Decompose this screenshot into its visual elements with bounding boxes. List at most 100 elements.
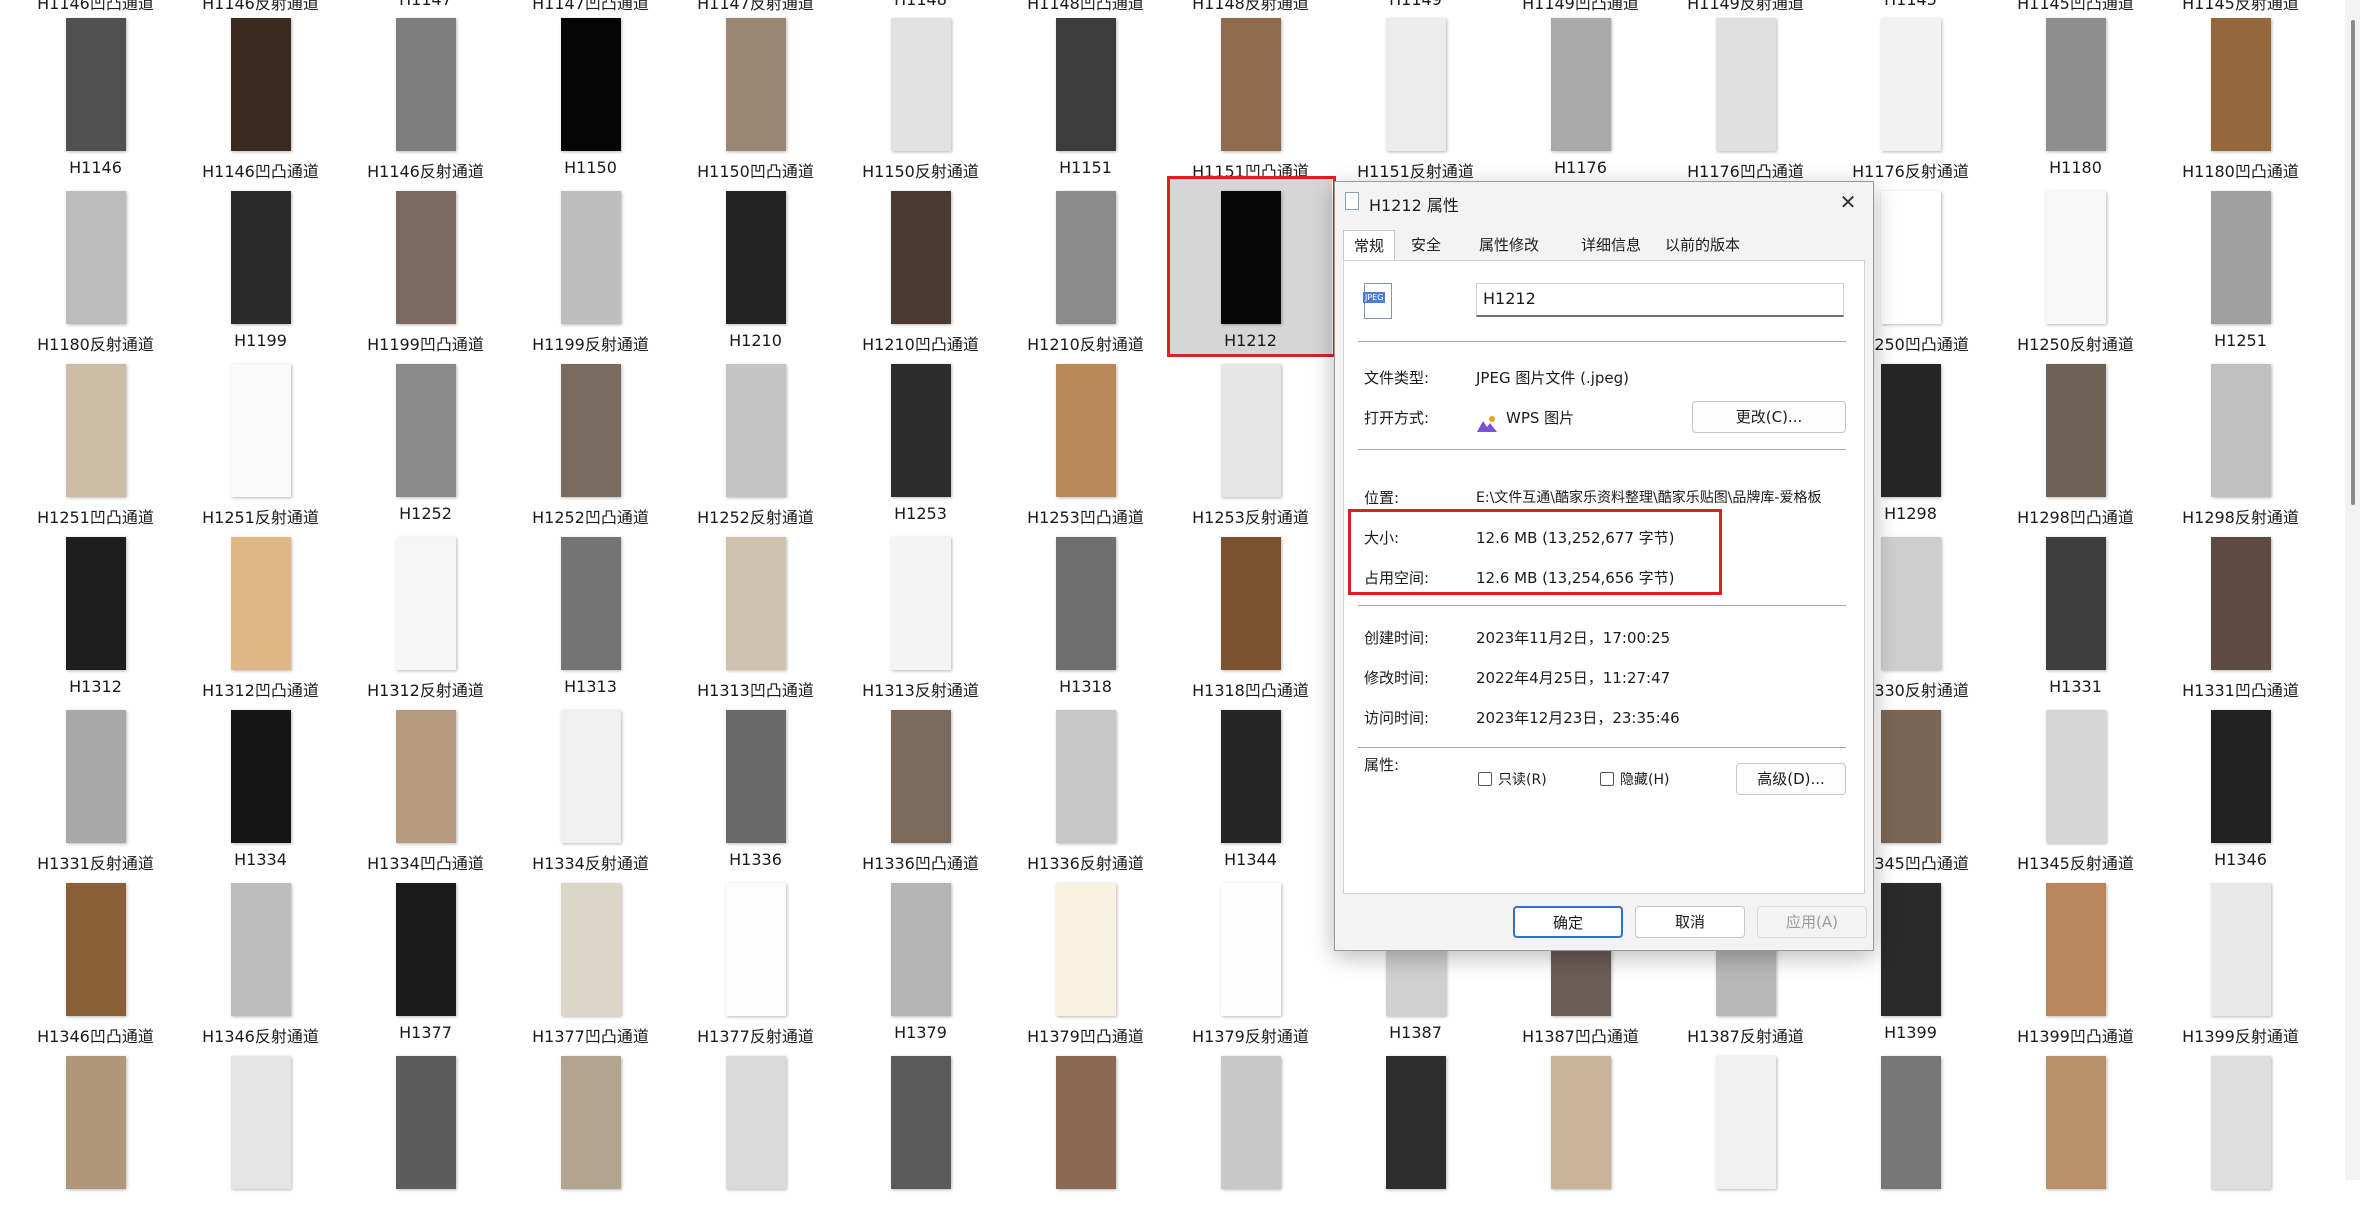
file-item[interactable]: H1150凹凸通道 xyxy=(673,18,838,188)
file-item[interactable]: H1180 xyxy=(1993,18,2158,188)
tab-attribute-modify[interactable]: 属性修改 xyxy=(1469,230,1549,260)
file-item[interactable] xyxy=(1333,1056,1498,1226)
file-item[interactable]: H1210反射通道 xyxy=(1003,191,1168,361)
readonly-label[interactable]: 只读(R) xyxy=(1498,769,1547,789)
apply-button[interactable]: 应用(A) xyxy=(1757,906,1867,938)
file-item[interactable]: H1146凹凸通道 xyxy=(13,0,178,20)
tab-previous-versions[interactable]: 以前的版本 xyxy=(1655,230,1750,260)
hidden-checkbox[interactable] xyxy=(1600,772,1614,786)
file-item[interactable]: H1146凹凸通道 xyxy=(178,18,343,188)
advanced-button[interactable]: 高级(D)... xyxy=(1736,763,1846,795)
file-item[interactable]: H1250反射通道 xyxy=(1993,191,2158,361)
file-item[interactable]: H1148 xyxy=(838,0,1003,20)
file-item[interactable]: H1150 xyxy=(508,18,673,188)
file-item[interactable]: H1379 xyxy=(838,883,1003,1053)
file-item[interactable]: H1336反射通道 xyxy=(1003,710,1168,880)
file-item[interactable]: H1313凹凸通道 xyxy=(673,537,838,707)
file-item[interactable]: H1312凹凸通道 xyxy=(178,537,343,707)
file-item[interactable] xyxy=(178,1056,343,1226)
file-item[interactable]: H1379反射通道 xyxy=(1168,883,1333,1053)
file-item[interactable]: H1252 xyxy=(343,364,508,534)
file-item[interactable]: H1253凹凸通道 xyxy=(1003,364,1168,534)
file-item[interactable]: H1346反射通道 xyxy=(178,883,343,1053)
file-item[interactable]: H1149反射通道 xyxy=(1663,0,1828,20)
file-item[interactable]: H1377 xyxy=(343,883,508,1053)
file-item[interactable]: H1399反射通道 xyxy=(2158,883,2323,1053)
file-item[interactable]: H1334 xyxy=(178,710,343,880)
file-item[interactable]: H1176凹凸通道 xyxy=(1663,18,1828,188)
file-item[interactable]: H1146 xyxy=(13,18,178,188)
file-item[interactable] xyxy=(1993,1056,2158,1226)
file-item[interactable] xyxy=(1663,1056,1828,1226)
close-button[interactable]: ✕ xyxy=(1831,186,1865,218)
file-item[interactable]: H1180凹凸通道 xyxy=(2158,18,2323,188)
file-item[interactable]: H1147 xyxy=(343,0,508,20)
file-item[interactable]: H1147凹凸通道 xyxy=(508,0,673,20)
file-item[interactable]: H1313反射通道 xyxy=(838,537,1003,707)
file-item[interactable]: H1151反射通道 xyxy=(1333,18,1498,188)
file-item[interactable] xyxy=(1003,1056,1168,1226)
file-item[interactable]: H1148反射通道 xyxy=(1168,0,1333,20)
file-item[interactable]: H1331凹凸通道 xyxy=(2158,537,2323,707)
ok-button[interactable]: 确定 xyxy=(1513,906,1623,938)
file-name-input[interactable]: H1212 xyxy=(1476,283,1844,317)
file-item[interactable]: H1251反射通道 xyxy=(178,364,343,534)
file-item[interactable]: H1345反射通道 xyxy=(1993,710,2158,880)
file-item[interactable]: H1251凹凸通道 xyxy=(13,364,178,534)
file-item[interactable]: H1251 xyxy=(2158,191,2323,361)
file-item[interactable] xyxy=(1168,1056,1333,1226)
file-item[interactable]: H1334凹凸通道 xyxy=(343,710,508,880)
cancel-button[interactable]: 取消 xyxy=(1635,906,1745,938)
file-item[interactable]: H1176反射通道 xyxy=(1828,18,1993,188)
file-item[interactable]: H1147反射通道 xyxy=(673,0,838,20)
file-item[interactable]: H1318 xyxy=(1003,537,1168,707)
tab-details[interactable]: 详细信息 xyxy=(1571,230,1651,260)
tab-security[interactable]: 安全 xyxy=(1401,230,1451,260)
file-item[interactable]: H1145 xyxy=(1828,0,1993,20)
file-item[interactable]: H1331 xyxy=(1993,537,2158,707)
file-item[interactable]: H1344 xyxy=(1168,710,1333,880)
file-item[interactable]: H1253反射通道 xyxy=(1168,364,1333,534)
file-item[interactable]: H1151凹凸通道 xyxy=(1168,18,1333,188)
file-item[interactable]: H1148凹凸通道 xyxy=(1003,0,1168,20)
file-item[interactable]: H1146反射通道 xyxy=(343,18,508,188)
file-item[interactable]: H1145反射通道 xyxy=(2158,0,2323,20)
hidden-label[interactable]: 隐藏(H) xyxy=(1620,769,1669,789)
file-item[interactable]: H1346凹凸通道 xyxy=(13,883,178,1053)
file-item[interactable]: H1253 xyxy=(838,364,1003,534)
file-item[interactable]: H1199 xyxy=(178,191,343,361)
file-item[interactable]: H1313 xyxy=(508,537,673,707)
file-item[interactable]: H1336 xyxy=(673,710,838,880)
dialog-titlebar[interactable]: H1212 属性 ✕ xyxy=(1335,182,1873,222)
file-item[interactable]: H1336凹凸通道 xyxy=(838,710,1003,880)
file-item[interactable]: H1180反射通道 xyxy=(13,191,178,361)
file-item[interactable]: H1318凹凸通道 xyxy=(1168,537,1333,707)
file-item[interactable]: H1298反射通道 xyxy=(2158,364,2323,534)
file-item[interactable]: H1176 xyxy=(1498,18,1663,188)
file-item[interactable] xyxy=(673,1056,838,1226)
change-button[interactable]: 更改(C)... xyxy=(1692,401,1846,433)
file-item[interactable]: H1399凹凸通道 xyxy=(1993,883,2158,1053)
file-item[interactable]: H1312反射通道 xyxy=(343,537,508,707)
file-item[interactable]: H1298凹凸通道 xyxy=(1993,364,2158,534)
file-item[interactable]: H1199反射通道 xyxy=(508,191,673,361)
file-item[interactable]: H1210凹凸通道 xyxy=(838,191,1003,361)
file-item[interactable]: H1146反射通道 xyxy=(178,0,343,20)
file-item[interactable]: H1199凹凸通道 xyxy=(343,191,508,361)
file-item[interactable]: H1150反射通道 xyxy=(838,18,1003,188)
file-item[interactable] xyxy=(1828,1056,1993,1226)
scrollbar-thumb[interactable] xyxy=(2351,20,2355,505)
file-item[interactable]: H1334反射通道 xyxy=(508,710,673,880)
tab-general[interactable]: 常规 xyxy=(1343,230,1396,261)
file-item[interactable]: H1252反射通道 xyxy=(673,364,838,534)
file-item[interactable]: H1377反射通道 xyxy=(673,883,838,1053)
file-item[interactable] xyxy=(343,1056,508,1226)
file-item[interactable]: H1252凹凸通道 xyxy=(508,364,673,534)
file-item[interactable]: H1149凹凸通道 xyxy=(1498,0,1663,20)
file-item[interactable] xyxy=(508,1056,673,1226)
file-item[interactable]: H1151 xyxy=(1003,18,1168,188)
file-item[interactable]: H1145凹凸通道 xyxy=(1993,0,2158,20)
file-item[interactable]: H1312 xyxy=(13,537,178,707)
file-item[interactable] xyxy=(1498,1056,1663,1226)
file-item[interactable] xyxy=(2158,1056,2323,1226)
